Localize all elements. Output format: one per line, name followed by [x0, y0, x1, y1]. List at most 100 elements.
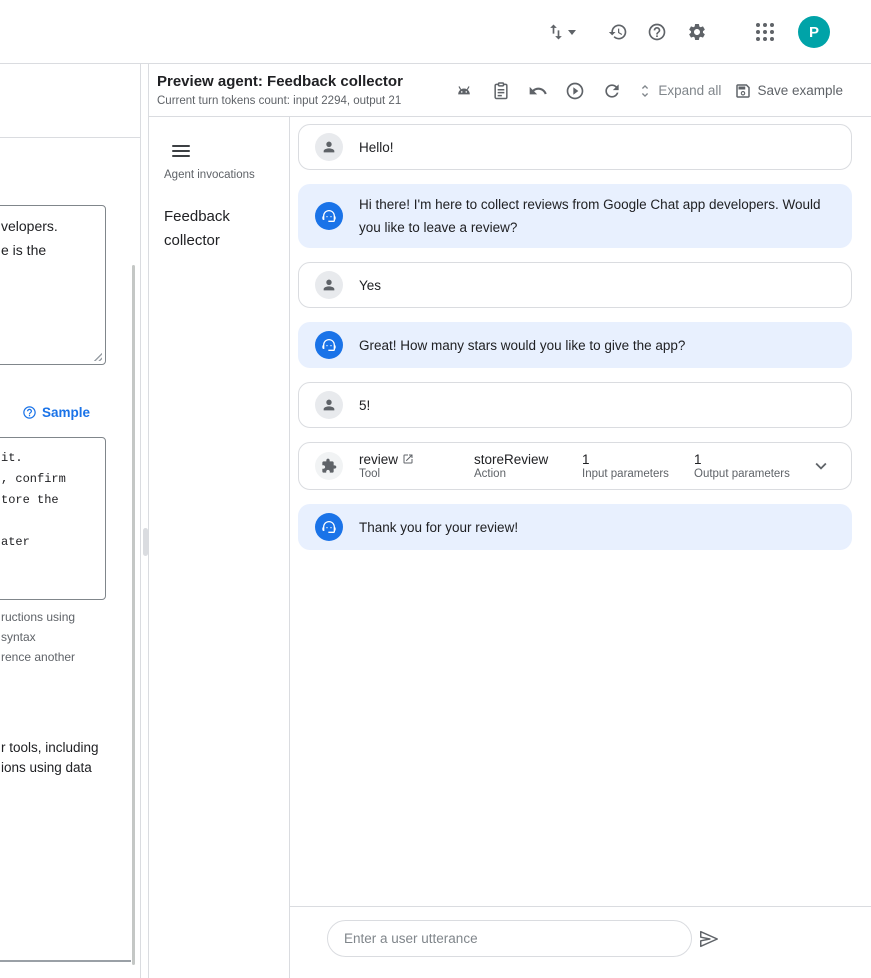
tool-input-column: 1 Input parameters	[582, 452, 678, 480]
play-circle-icon	[565, 81, 585, 101]
drawer-resize-handle[interactable]	[143, 528, 148, 556]
input-count: 1	[582, 452, 678, 467]
action-label: Action	[474, 468, 566, 480]
token-count-text: Current turn tokens count: input 2294, o…	[157, 95, 401, 107]
help-icon	[22, 405, 37, 420]
tool-action-column: storeReview Action	[474, 452, 566, 480]
refresh-icon	[602, 81, 622, 101]
agent-config-panel: velopers. e is the Sample it. , confirm …	[0, 64, 141, 978]
message-list: Hello! Hi there! I'm here to collect rev…	[290, 117, 871, 550]
section-divider	[0, 137, 141, 138]
user-avatar-icon	[315, 133, 343, 161]
headset-icon	[321, 208, 337, 224]
message-text: Thank you for your review!	[359, 516, 518, 539]
expand-all-label: Expand all	[658, 83, 721, 98]
person-icon	[321, 397, 337, 413]
swap-vert-icon	[546, 22, 566, 42]
send-button[interactable]	[694, 924, 724, 954]
user-avatar-icon	[315, 271, 343, 299]
agent-avatar-icon	[315, 202, 343, 230]
debug-android-button[interactable]	[452, 79, 476, 103]
person-icon	[321, 277, 337, 293]
chevron-down-icon	[810, 455, 832, 477]
account-avatar[interactable]: P	[798, 16, 830, 48]
apps-grid-button[interactable]	[749, 16, 781, 48]
user-message: Yes	[298, 262, 852, 308]
save-example-button[interactable]: Save example	[734, 82, 843, 100]
run-button[interactable]	[563, 79, 587, 103]
section-divider	[0, 960, 131, 962]
goal-textarea-text: velopers. e is the	[1, 214, 58, 262]
caret-down-icon	[568, 30, 576, 35]
tool-name-label: Tool	[359, 468, 458, 480]
message-text: Yes	[359, 274, 381, 297]
invocation-item-feedback-collector[interactable]: Feedback collector	[164, 205, 264, 253]
preview-header-actions: Expand all Save example	[452, 64, 843, 117]
invocations-sidebar: Agent invocations Feedback collector	[149, 117, 290, 978]
undo-button[interactable]	[526, 79, 550, 103]
tool-name: review	[359, 452, 398, 467]
message-text: Hello!	[359, 136, 394, 159]
tool-avatar-icon	[315, 452, 343, 480]
person-icon	[321, 139, 337, 155]
extension-icon	[321, 458, 337, 474]
user-message: 5!	[298, 382, 852, 428]
menu-button[interactable]	[167, 137, 195, 165]
agent-avatar-icon	[315, 513, 343, 541]
restart-button[interactable]	[600, 79, 624, 103]
expand-tool-button[interactable]	[807, 452, 835, 480]
agent-message: Great! How many stars would you like to …	[298, 322, 852, 368]
settings-icon	[687, 22, 707, 42]
tool-output-column: 1 Output parameters	[694, 452, 790, 480]
apps-grid-icon	[756, 23, 774, 41]
headset-icon	[321, 337, 337, 353]
chat-area: Hello! Hi there! I'm here to collect rev…	[290, 117, 871, 978]
open-in-new-icon[interactable]	[402, 453, 414, 465]
invocations-label: Agent invocations	[164, 169, 255, 181]
output-count: 1	[694, 452, 790, 467]
menu-icon	[172, 142, 190, 160]
sample-link[interactable]: Sample	[22, 405, 90, 420]
settings-button[interactable]	[681, 16, 713, 48]
undo-icon	[528, 81, 548, 101]
agent-avatar-icon	[315, 331, 343, 359]
agent-message: Thank you for your review!	[298, 504, 852, 550]
topbar: P	[0, 0, 871, 64]
sort-order-button[interactable]	[542, 16, 580, 48]
message-text: Great! How many stars would you like to …	[359, 334, 685, 357]
user-avatar-icon	[315, 391, 343, 419]
history-button[interactable]	[602, 16, 634, 48]
instructions-text: it. , confirm tore the ater	[1, 448, 66, 553]
output-label: Output parameters	[694, 468, 790, 480]
help-icon	[647, 22, 667, 42]
user-message: Hello!	[298, 124, 852, 170]
message-text: 5!	[359, 394, 370, 417]
tool-invocation-row[interactable]: review Tool storeReview Action 1 Inp	[298, 442, 852, 490]
tool-name-column: review Tool	[359, 452, 458, 480]
unfold-more-icon	[637, 83, 653, 99]
preview-header: Preview agent: Feedback collector Curren…	[149, 64, 871, 117]
save-example-label: Save example	[757, 83, 843, 98]
history-icon	[608, 22, 628, 42]
description-text: r tools, including ions using data	[1, 738, 99, 778]
input-label: Input parameters	[582, 468, 678, 480]
preview-drawer: Preview agent: Feedback collector Curren…	[148, 64, 871, 978]
sample-link-label: Sample	[42, 405, 90, 420]
transcript-icon	[491, 81, 511, 101]
action-name: storeReview	[474, 452, 566, 467]
agent-message: Hi there! I'm here to collect reviews fr…	[298, 184, 852, 248]
expand-all-button[interactable]: Expand all	[637, 83, 721, 99]
helper-text: ructions using syntax rence another	[1, 607, 75, 667]
transcript-button[interactable]	[489, 79, 513, 103]
footer-divider	[290, 906, 871, 907]
resize-grip-icon[interactable]	[92, 351, 102, 361]
android-icon	[454, 81, 474, 101]
message-text: Hi there! I'm here to collect reviews fr…	[359, 193, 835, 239]
utterance-input[interactable]	[327, 920, 692, 957]
help-button[interactable]	[641, 16, 673, 48]
save-icon	[734, 82, 752, 100]
screen: P velopers. e is the Sample it. , confir…	[0, 0, 871, 978]
headset-icon	[321, 519, 337, 535]
left-panel-scrollbar[interactable]	[132, 265, 135, 965]
preview-title: Preview agent: Feedback collector	[157, 73, 403, 90]
